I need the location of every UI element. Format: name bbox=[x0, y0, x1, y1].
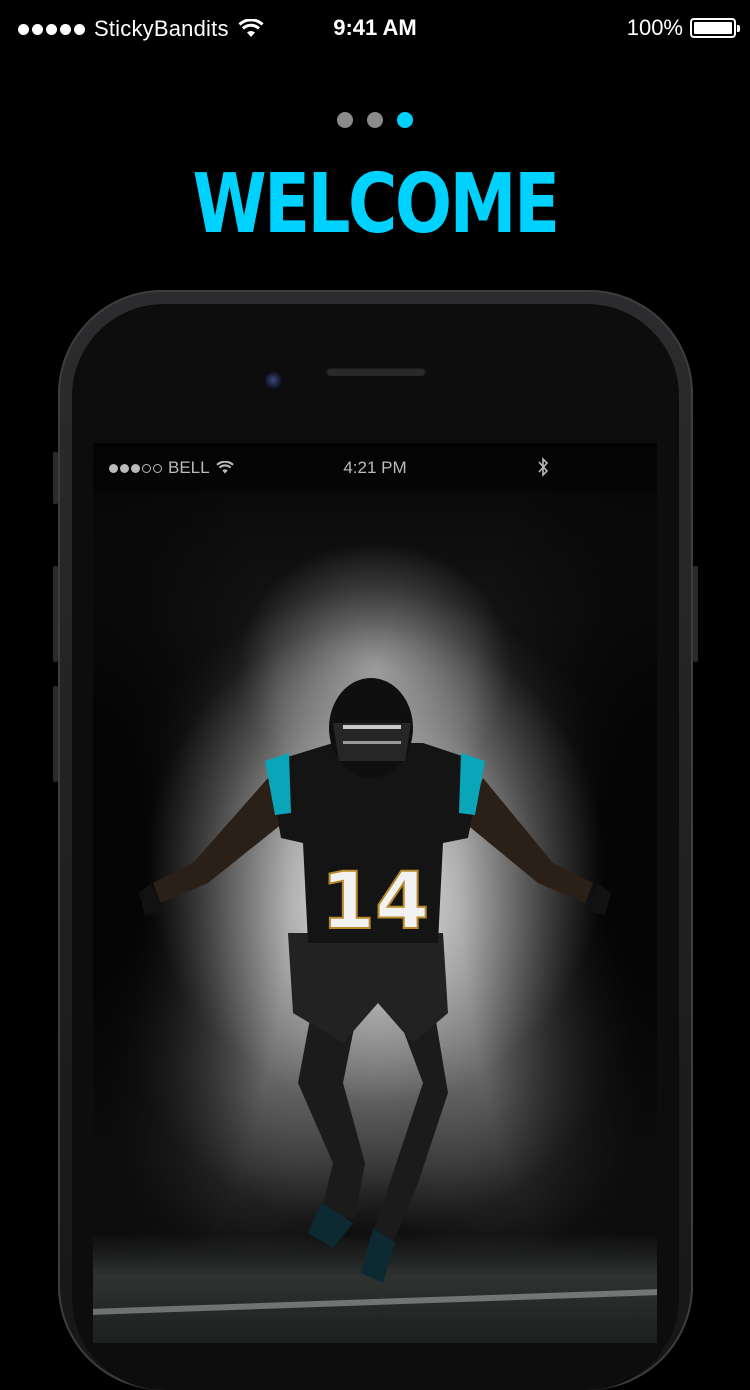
page-dot-3-active[interactable] bbox=[397, 112, 413, 128]
jersey-number: 14 bbox=[321, 857, 430, 947]
device-screen: 14 BELL 4:21 PM bbox=[93, 443, 657, 1343]
earpiece-speaker bbox=[326, 367, 426, 376]
front-camera-icon bbox=[265, 372, 283, 390]
battery-percent: 100% bbox=[626, 15, 683, 40]
device-power-button bbox=[693, 566, 698, 662]
bluetooth-icon bbox=[538, 457, 549, 477]
device-status-bar: BELL 4:21 PM bbox=[93, 443, 657, 493]
status-bar: StickyBandits 9:41 AM 100% bbox=[0, 0, 750, 56]
status-bar-right: 100% bbox=[626, 15, 740, 41]
device-time: 4:21 PM bbox=[343, 458, 407, 477]
page-indicator[interactable] bbox=[0, 112, 750, 128]
football-player-image: 14 bbox=[139, 623, 611, 1283]
welcome-title: WELCOME bbox=[192, 157, 560, 252]
battery-icon bbox=[690, 18, 740, 38]
page-dot-1[interactable] bbox=[337, 112, 353, 128]
page-dot-2[interactable] bbox=[367, 112, 383, 128]
